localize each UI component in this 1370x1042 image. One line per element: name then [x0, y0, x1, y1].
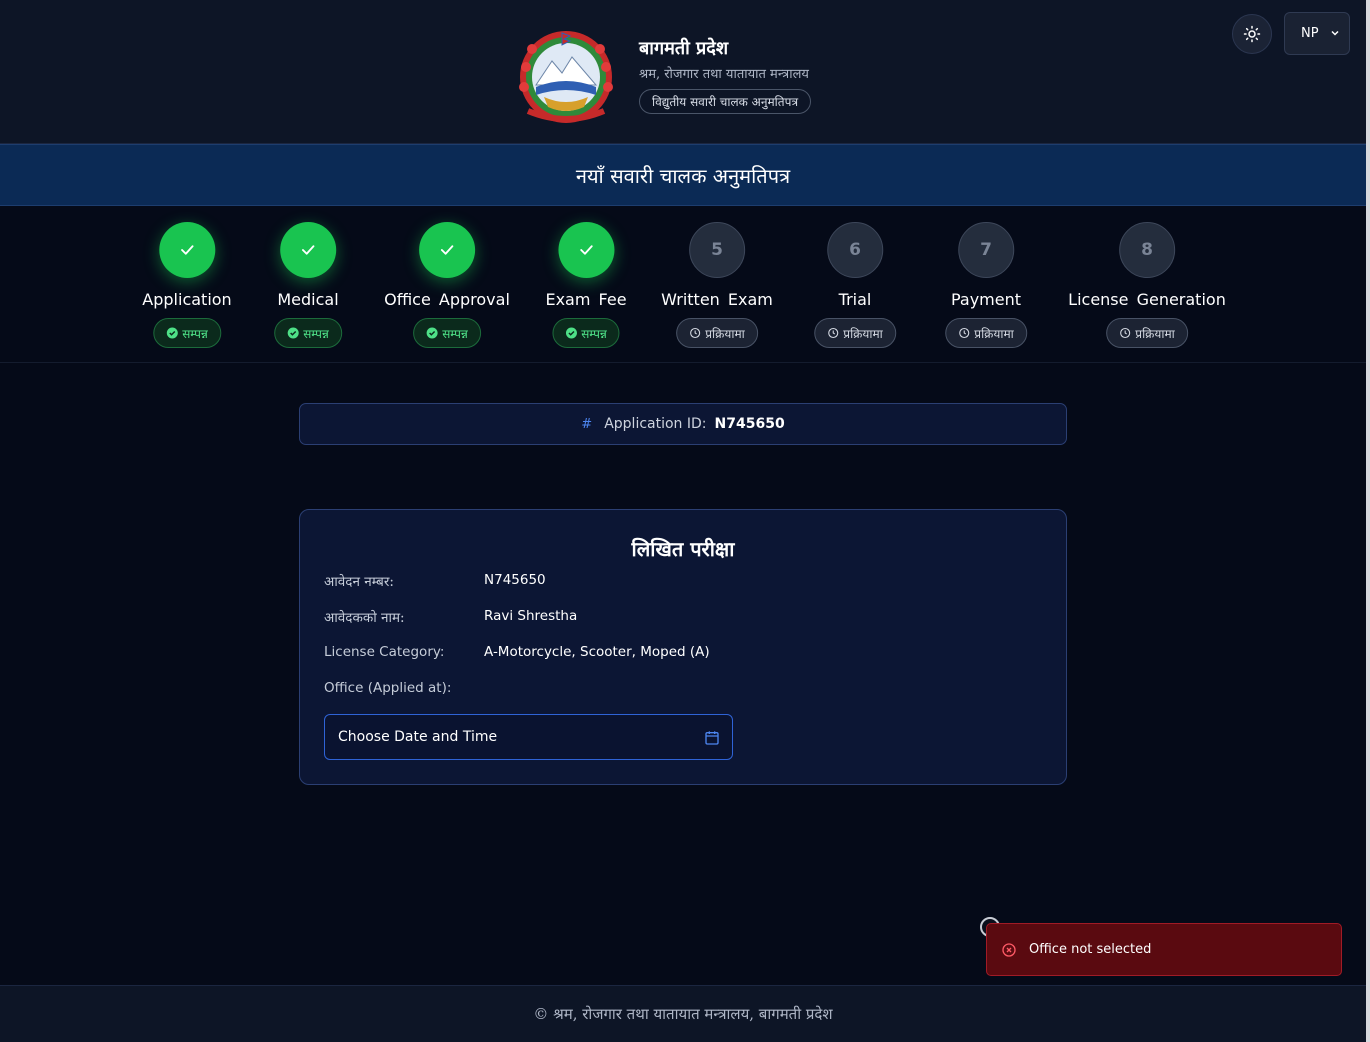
step-label: Trial	[838, 290, 872, 309]
progress-stepper: Application सम्पन्न Medical सम्पन्न Office A…	[0, 206, 1370, 363]
step-number: 6	[849, 240, 861, 260]
application-id-bar: # Application ID: N745650	[299, 403, 1067, 445]
step-status-badge: सम्पन्न	[552, 318, 620, 348]
info-label: आवेदकको नाम:	[324, 610, 405, 626]
check-circle-icon	[166, 327, 178, 339]
step-office-approval: Office Approval सम्पन्न	[384, 222, 510, 348]
toast-message: Office not selected	[1029, 942, 1152, 957]
site-footer: © श्रम, रोजगार तथा यातायात मन्त्रालय, बा…	[0, 985, 1366, 1042]
nepal-emblem-icon	[519, 31, 613, 123]
step-status-text: सम्पन्न	[182, 326, 208, 341]
clock-icon	[1120, 327, 1131, 339]
clock-icon	[690, 327, 701, 339]
info-label: आवेदन नम्बर:	[324, 574, 394, 590]
check-circle-icon	[287, 327, 299, 339]
step-status-badge: प्रक्रियामा	[814, 318, 896, 348]
page-title-banner: नयाँ सवारी चालक अनुमतिपत्र	[0, 144, 1366, 206]
written-exam-card: लिखित परीक्षा आवेदन नम्बर: N745650 आवेदक…	[299, 509, 1067, 785]
info-row-office: Office (Applied at):	[324, 680, 484, 696]
step-medical: Medical सम्पन्न	[274, 222, 342, 348]
info-label: Office (Applied at):	[324, 680, 452, 696]
step-trial: 6 Trial प्रक्रियामा	[814, 222, 896, 348]
step-status-badge: प्रक्रियामा	[1106, 318, 1188, 348]
scrollbar[interactable]	[1366, 0, 1370, 1042]
step-label: Written Exam	[661, 290, 773, 309]
step-application: Application सम्पन्न	[142, 222, 232, 348]
step-status-badge: सम्पन्न	[153, 318, 221, 348]
step-number: 7	[980, 240, 992, 260]
clock-icon	[959, 327, 970, 339]
date-time-picker[interactable]: Choose Date and Time	[324, 714, 733, 760]
info-value: A-Motorcycle, Scooter, Moped (A)	[484, 644, 710, 660]
step-label: Application	[142, 290, 232, 309]
step-status-badge: सम्पन्न	[274, 318, 342, 348]
step-status-badge: प्रक्रियामा	[945, 318, 1027, 348]
check-circle-icon	[565, 327, 577, 339]
hash-icon: #	[581, 416, 593, 432]
step-written-exam: 5 Written Exam प्रक्रियामा	[661, 222, 773, 348]
step-number: 5	[711, 240, 723, 260]
step-label: Payment	[950, 290, 1022, 309]
sun-icon	[1243, 25, 1261, 43]
step-circle	[279, 222, 336, 278]
info-row-applicant-name: आवेदकको नाम: Ravi Shrestha	[324, 608, 577, 626]
check-icon	[440, 245, 454, 255]
chevron-down-icon	[1331, 30, 1339, 36]
brand-title: बागमती प्रदेश	[639, 38, 729, 59]
step-status-text: प्रक्रियामा	[1135, 326, 1175, 341]
info-value: Ravi Shrestha	[484, 608, 578, 624]
step-status-text: सम्पन्न	[442, 326, 468, 341]
info-row-license-category: License Category: A-Motorcycle, Scooter,…	[324, 644, 710, 660]
step-label: Medical	[277, 290, 339, 309]
info-label: License Category:	[324, 644, 445, 660]
clock-icon	[828, 327, 839, 339]
brand-block: बागमती प्रदेश श्रम, रोजगार तथा यातायात म…	[639, 36, 812, 114]
step-circle: 7	[957, 222, 1014, 278]
brand-pill: विद्युतीय सवारी चालक अनुमतिपत्र	[639, 89, 812, 114]
step-status-text: सम्पन्न	[581, 326, 607, 341]
brand-subtitle: श्रम, रोजगार तथा यातायात मन्त्रालय	[639, 67, 809, 82]
step-status-text: प्रक्रियामा	[705, 326, 745, 341]
step-exam-fee: Exam Fee सम्पन्न	[545, 222, 627, 348]
check-icon	[301, 245, 315, 255]
theme-toggle-button[interactable]	[1232, 14, 1272, 54]
site-header: बागमती प्रदेश श्रम, रोजगार तथा यातायात म…	[0, 0, 1370, 144]
step-status-text: प्रक्रियामा	[974, 326, 1014, 341]
step-circle	[159, 222, 215, 278]
step-label: Exam Fee	[545, 290, 627, 309]
step-circle: 5	[689, 222, 745, 278]
step-status-text: प्रक्रियामा	[843, 326, 883, 341]
application-id-label: Application ID:	[604, 416, 707, 432]
step-circle	[419, 222, 475, 278]
application-id-value: N745650	[714, 416, 785, 432]
info-row-application-number: आवेदन नम्बर: N745650	[324, 572, 546, 590]
page-title: नयाँ सवारी चालक अनुमतिपत्र	[575, 163, 791, 188]
step-circle	[557, 222, 614, 278]
step-status-text: सम्पन्न	[303, 326, 329, 341]
step-number: 8	[1141, 240, 1153, 260]
check-icon	[180, 245, 194, 255]
step-circle: 6	[826, 222, 883, 278]
step-status-badge: सम्पन्न	[413, 318, 481, 348]
language-select[interactable]: NP	[1284, 12, 1350, 55]
error-toast: Office not selected	[986, 923, 1342, 976]
step-status-badge: प्रक्रियामा	[676, 318, 758, 348]
step-license-generation: 8 License Generation प्रक्रियामा	[1068, 222, 1226, 348]
card-title: लिखित परीक्षा	[631, 537, 735, 561]
calendar-icon[interactable]	[704, 730, 720, 746]
check-circle-icon	[426, 327, 438, 339]
step-label: License Generation	[1068, 290, 1226, 309]
info-value: N745650	[484, 572, 546, 588]
date-time-placeholder: Choose Date and Time	[338, 729, 498, 745]
step-circle: 8	[1118, 222, 1175, 278]
step-payment: 7 Payment प्रक्रियामा	[945, 222, 1027, 348]
language-value: NP	[1301, 26, 1319, 41]
step-label: Office Approval	[384, 290, 510, 309]
check-icon	[579, 245, 593, 255]
footer-text: © श्रम, रोजगार तथा यातायात मन्त्रालय, बा…	[533, 1005, 833, 1023]
error-circle-icon	[1002, 942, 1016, 957]
